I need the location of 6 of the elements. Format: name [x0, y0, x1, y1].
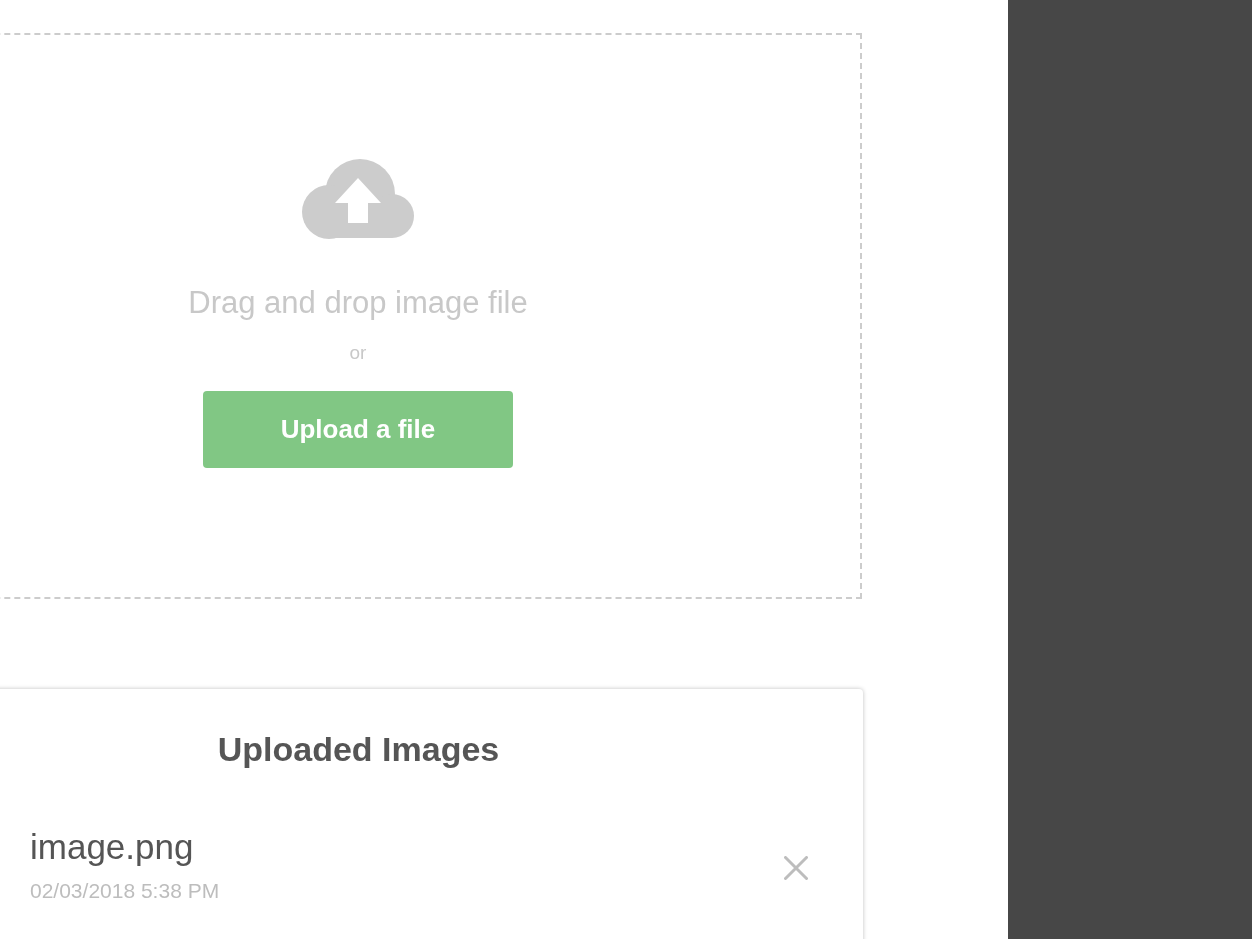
close-icon[interactable]: [784, 856, 808, 880]
file-name: image.png: [30, 826, 195, 868]
cloud-upload-icon: [302, 158, 414, 239]
upload-date: 02/03/2018 5:38 PM: [30, 878, 221, 904]
upload-button[interactable]: Upload a file: [203, 391, 513, 468]
card-title: Uploaded Images: [216, 729, 501, 770]
